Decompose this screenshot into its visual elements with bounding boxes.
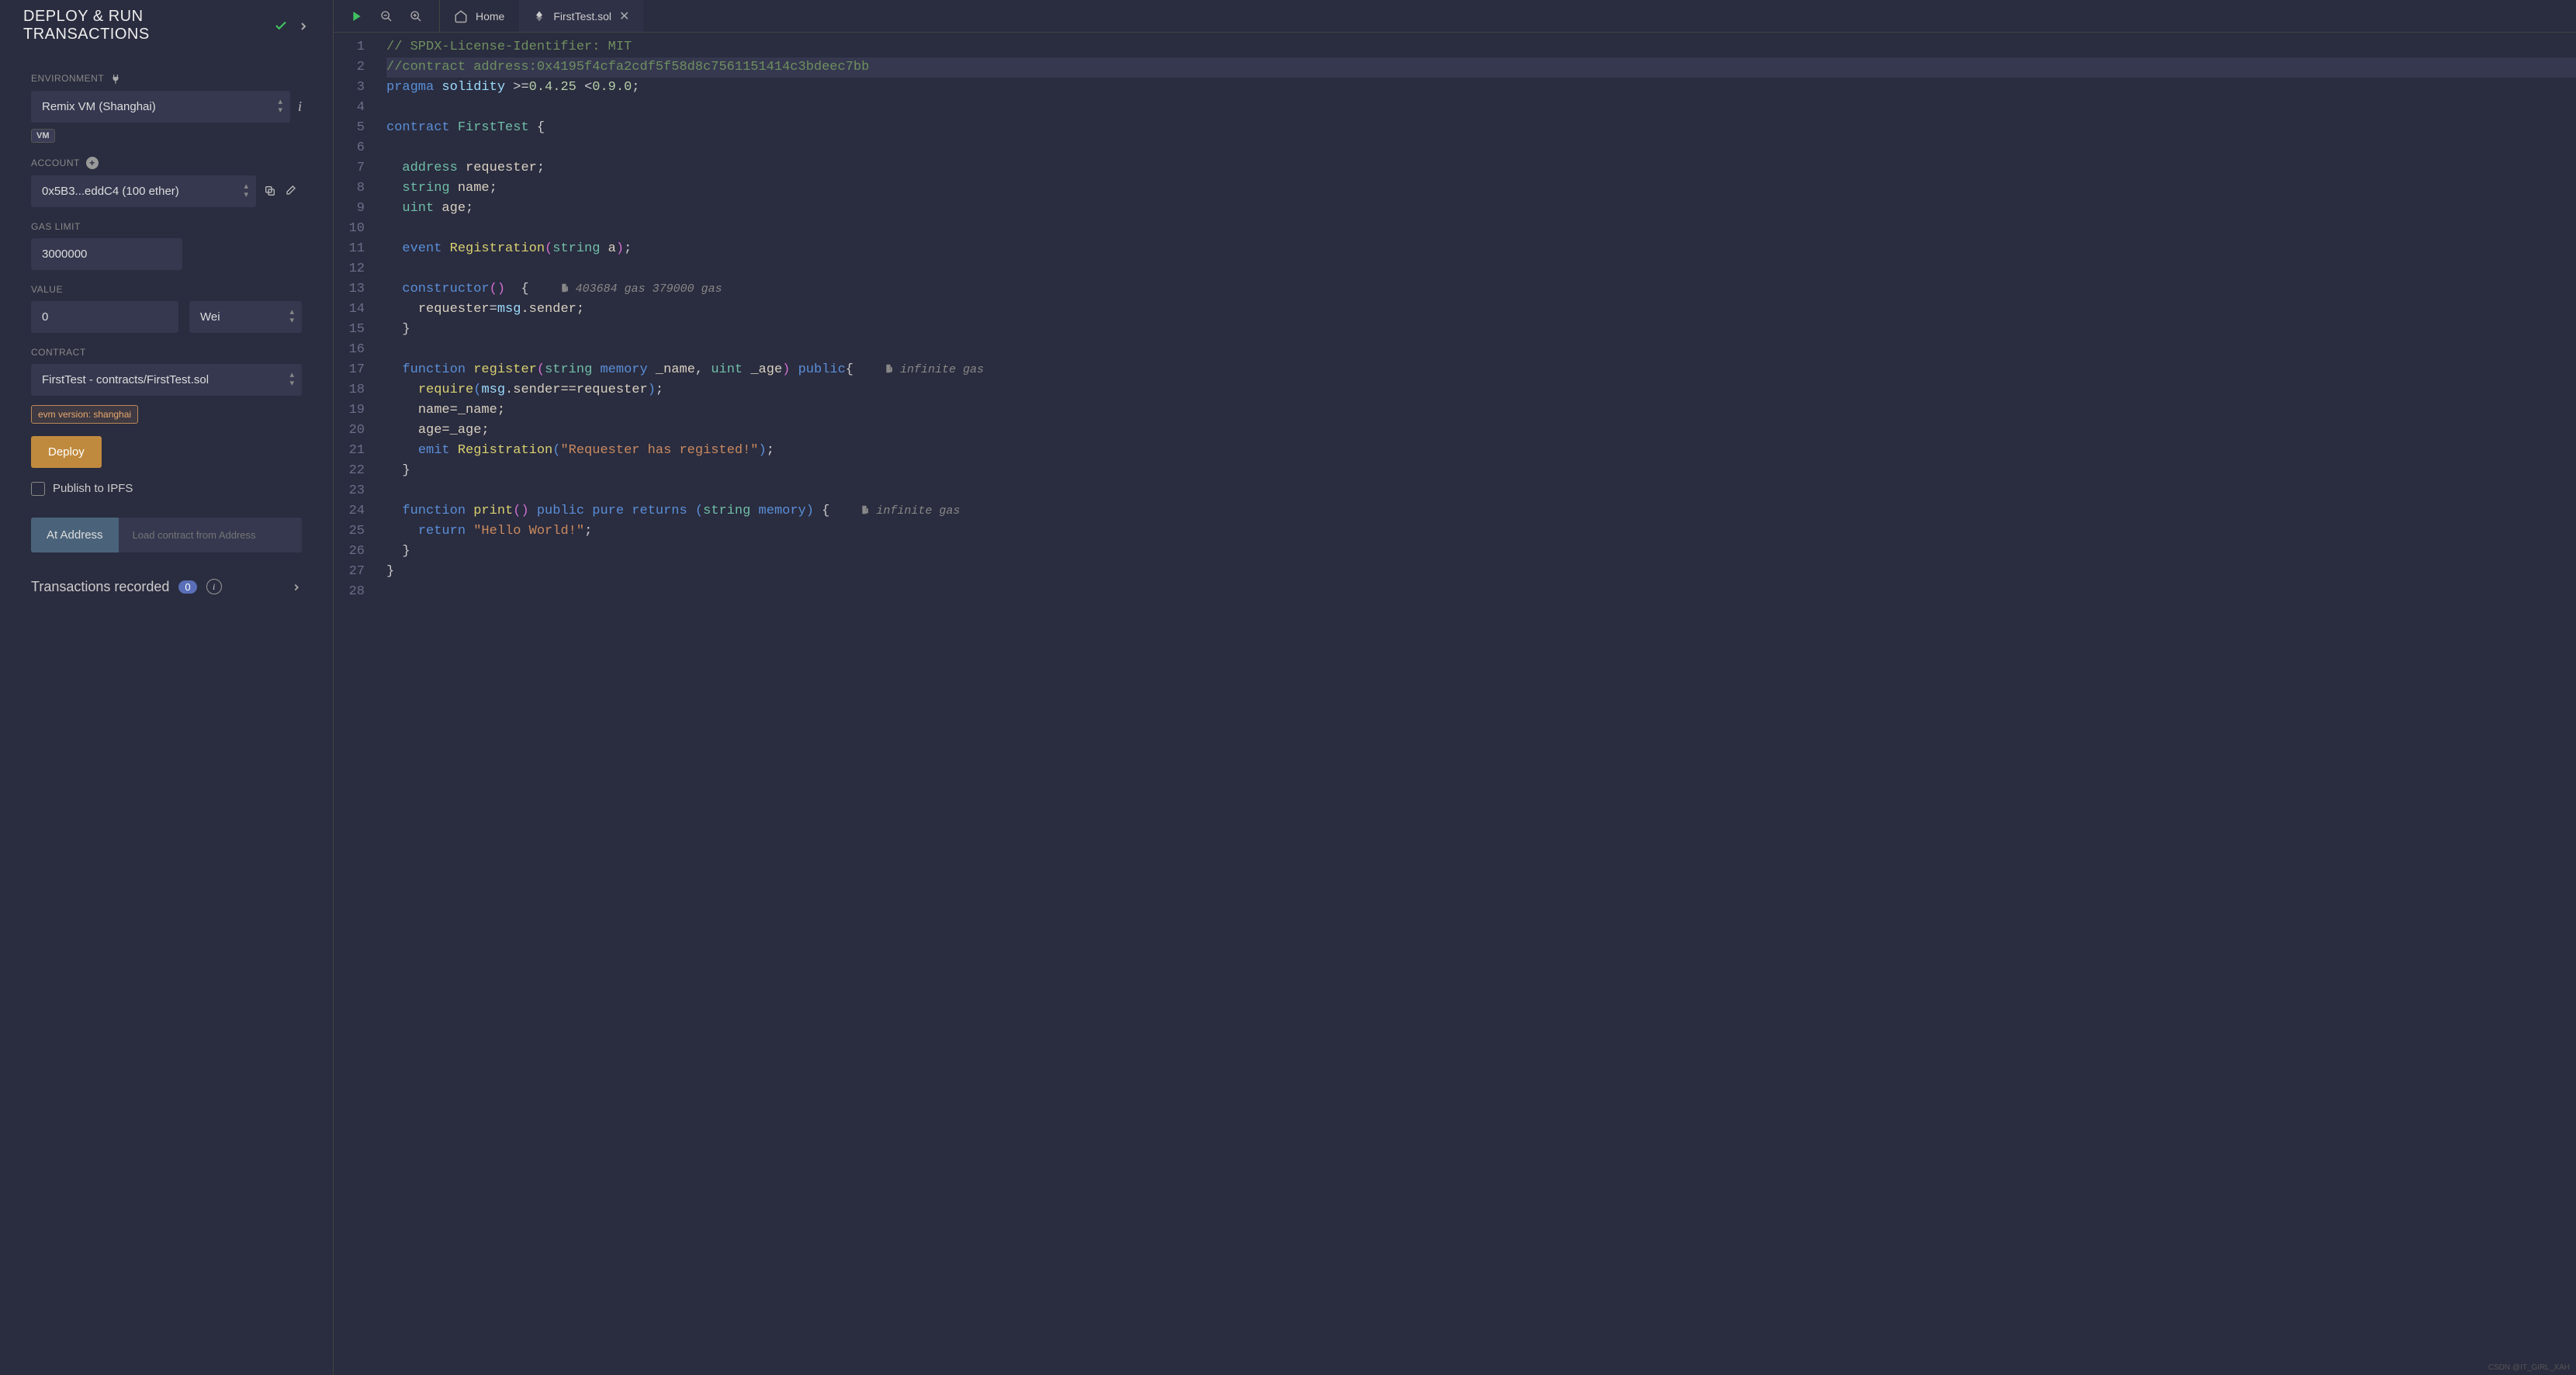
tab-file[interactable]: FirstTest.sol ✕ — [519, 0, 643, 32]
zoom-in-icon[interactable] — [410, 9, 422, 23]
check-icon[interactable] — [274, 19, 288, 33]
caret-icon: ▴▾ — [289, 371, 294, 388]
add-account-icon[interactable]: + — [86, 157, 99, 169]
zoom-out-icon[interactable] — [380, 9, 393, 23]
vm-badge: VM — [31, 129, 55, 143]
gas-hint: 403684 gas 379000 gas — [560, 282, 722, 296]
play-icon[interactable] — [351, 9, 363, 23]
tx-count-badge: 0 — [178, 580, 196, 594]
account-select[interactable]: 0x5B3...eddC4 (100 ether) — [31, 175, 256, 207]
caret-icon: ▴▾ — [289, 308, 294, 325]
editor-toolbar: Home FirstTest.sol ✕ — [334, 0, 2576, 33]
deploy-button[interactable]: Deploy — [31, 436, 102, 468]
tx-recorded-label: Transactions recorded — [31, 579, 169, 595]
edit-icon[interactable] — [284, 184, 296, 198]
gas-icon — [885, 363, 895, 374]
code-content[interactable]: // SPDX-License-Identifier: MIT //contra… — [376, 37, 2576, 1375]
evm-version-badge: evm version: shanghai — [31, 405, 138, 424]
tab-label: FirstTest.sol — [553, 10, 611, 23]
publish-ipfs-label: Publish to IPFS — [53, 482, 133, 495]
contract-select[interactable]: FirstTest - contracts/FirstTest.sol — [31, 364, 302, 396]
gas-icon — [560, 282, 571, 293]
environment-select[interactable]: Remix VM (Shanghai) — [31, 91, 290, 123]
at-address-input[interactable] — [119, 518, 302, 552]
account-label: ACCOUNT+ — [31, 157, 302, 169]
code-editor[interactable]: 1234567891011121314151617181920212223242… — [334, 33, 2576, 1375]
chevron-right-icon[interactable] — [291, 579, 302, 595]
close-icon[interactable]: ✕ — [619, 9, 629, 24]
plug-icon — [110, 73, 121, 85]
editor-area: Home FirstTest.sol ✕ 1234567891011121314… — [334, 0, 2576, 1375]
gas-hint: infinite gas — [885, 363, 984, 376]
gas-label: GAS LIMIT — [31, 221, 302, 232]
tab-home[interactable]: Home — [440, 0, 519, 32]
at-address-button[interactable]: At Address — [31, 518, 119, 552]
copy-icon[interactable] — [264, 184, 276, 198]
contract-label: CONTRACT — [31, 347, 302, 358]
gas-limit-input[interactable] — [31, 238, 182, 270]
deploy-panel: DEPLOY & RUN TRANSACTIONS ENVIRONMENT Re… — [0, 0, 334, 1375]
tab-label: Home — [476, 10, 504, 23]
chevron-right-icon[interactable] — [297, 19, 310, 32]
solidity-icon — [533, 10, 545, 23]
environment-label: ENVIRONMENT — [31, 73, 302, 85]
value-label: VALUE — [31, 284, 302, 295]
gas-hint: infinite gas — [860, 504, 960, 518]
watermark: CSDN @IT_GIRL_XAH — [2488, 1363, 2570, 1372]
publish-ipfs-checkbox[interactable] — [31, 482, 45, 496]
line-gutter: 1234567891011121314151617181920212223242… — [334, 37, 376, 1375]
caret-icon: ▴▾ — [278, 98, 282, 115]
panel-title: DEPLOY & RUN TRANSACTIONS — [23, 8, 265, 43]
value-input[interactable] — [31, 301, 178, 333]
caret-icon: ▴▾ — [244, 182, 248, 199]
info-icon[interactable]: i — [298, 99, 302, 115]
gas-icon — [860, 504, 871, 515]
value-unit-select[interactable]: Wei — [189, 301, 302, 333]
info-icon[interactable]: i — [206, 579, 222, 594]
home-icon — [454, 9, 468, 23]
